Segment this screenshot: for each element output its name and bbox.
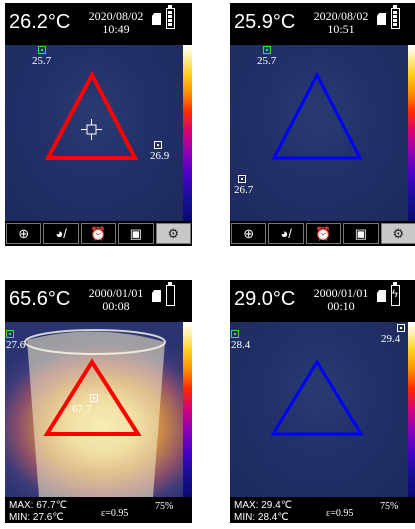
- max-marker-icon: [238, 175, 246, 183]
- status-header: 65.6°C 2000/01/01 00:08: [5, 280, 192, 322]
- min-temp-value: 25.7: [257, 55, 277, 67]
- thermal-screen-2: 25.9°C 2020/08/02 10:51 25.7 26.7 ⊕ ◕/ ⏰…: [230, 3, 415, 246]
- gear-icon: ⚙: [167, 225, 180, 241]
- battery-charging-icon: ϟ: [391, 282, 400, 306]
- color-scale-bar: [408, 45, 415, 221]
- palette-icon: ◕/: [55, 226, 67, 241]
- min-marker-icon: [38, 46, 46, 54]
- battery-icon: [166, 5, 175, 29]
- measurement-triangle: [271, 71, 363, 160]
- time-label: 10:49: [102, 22, 130, 36]
- alarm-icon: ⏰: [315, 225, 332, 241]
- color-scale-bar: [183, 322, 192, 497]
- center-temperature: 29.0°C: [234, 288, 296, 310]
- settings-button[interactable]: ⚙: [155, 223, 192, 244]
- crosshair-icon: [81, 119, 102, 140]
- max-temp-marker: 26.7: [234, 175, 253, 196]
- min-temp-marker: 27.6: [6, 330, 25, 351]
- crosshair-button[interactable]: ⊕: [6, 223, 42, 244]
- palette-button[interactable]: ◕/: [268, 223, 304, 244]
- min-marker-icon: [231, 330, 239, 338]
- image-button[interactable]: ▣: [343, 223, 379, 244]
- emissivity: ε=0.95: [101, 508, 129, 519]
- min-reading: MIN: 28.4℃: [234, 512, 289, 523]
- max-marker-icon: [90, 394, 98, 402]
- max-temp-marker: 26.9: [150, 141, 169, 162]
- max-temp-marker: 67.7: [72, 394, 98, 415]
- measurement-triangle: [270, 359, 364, 436]
- min-temp-value: 28.4: [231, 339, 251, 351]
- stats-footer: MAX: 67.7℃ MIN: 27.6℃ ε=0.95 75%: [5, 497, 192, 523]
- sd-card-icon: [152, 290, 161, 302]
- time-label: 00:08: [102, 299, 130, 313]
- min-temp-marker: 25.7: [32, 46, 51, 67]
- image-button[interactable]: ▣: [118, 223, 154, 244]
- max-temp-value: 67.7: [72, 403, 92, 415]
- min-temp-value: 25.7: [32, 55, 52, 67]
- triangle-shape: [44, 70, 139, 160]
- crosshair-button[interactable]: ⊕: [231, 223, 267, 244]
- thermal-screen-1: 26.2°C 2020/08/02 10:49 25.7 26.9 ⊕ ◕/ ⏰…: [5, 3, 192, 246]
- max-temp-marker: 29.4: [381, 324, 405, 345]
- time-label: 10:51: [327, 22, 355, 36]
- color-scale-bar: [408, 322, 415, 497]
- max-marker-icon: [154, 141, 162, 149]
- stats-footer: MAX: 29.4℃ MIN: 28.4℃ ε=0.95 75%: [230, 497, 415, 523]
- min-reading: MIN: 27.6℃: [9, 512, 64, 523]
- min-marker-icon: [6, 330, 14, 338]
- alarm-button[interactable]: ⏰: [80, 223, 117, 244]
- max-temp-value: 26.7: [234, 184, 254, 196]
- color-scale-bar: [183, 45, 192, 221]
- min-temp-value: 27.6: [6, 339, 26, 351]
- palette-button[interactable]: ◕/: [43, 223, 79, 244]
- min-temp-marker: 25.7: [257, 46, 276, 67]
- max-marker-icon: [397, 324, 405, 332]
- datetime: 2000/01/01 00:08: [85, 287, 147, 313]
- palette-icon: ◕/: [280, 226, 292, 241]
- alarm-icon: ⏰: [90, 225, 107, 241]
- thermal-screen-4: 29.0°C 2000/01/01 00:10 ϟ 28.4 29.4 MAX:…: [230, 280, 415, 523]
- status-header: 25.9°C 2020/08/02 10:51: [230, 3, 415, 45]
- time-label: 00:10: [327, 299, 355, 313]
- gear-icon: ⚙: [392, 225, 405, 241]
- sd-card-icon: [377, 290, 386, 302]
- sd-card-icon: [152, 13, 161, 25]
- settings-button[interactable]: ⚙: [380, 223, 415, 244]
- min-temp-marker: 28.4: [231, 330, 250, 351]
- center-temperature: 65.6°C: [9, 288, 71, 310]
- alarm-button[interactable]: ⏰: [305, 223, 342, 244]
- image-icon: ▣: [129, 225, 143, 241]
- toolbar: ⊕ ◕/ ⏰ ▣ ⚙: [230, 221, 415, 246]
- datetime: 2000/01/01 00:10: [310, 287, 372, 313]
- max-temp-value: 26.9: [150, 150, 170, 162]
- battery-percent: 75%: [155, 501, 174, 512]
- emissivity: ε=0.95: [326, 508, 354, 519]
- crosshair-icon: ⊕: [243, 225, 255, 241]
- status-header: 26.2°C 2020/08/02 10:49: [5, 3, 192, 45]
- datetime: 2020/08/02 10:49: [85, 10, 147, 36]
- battery-icon: [391, 5, 400, 29]
- toolbar: ⊕ ◕/ ⏰ ▣ ⚙: [5, 221, 192, 246]
- center-temperature: 26.2°C: [9, 11, 71, 33]
- battery-icon: [166, 282, 175, 306]
- max-temp-value: 29.4: [381, 333, 401, 345]
- datetime: 2020/08/02 10:51: [310, 10, 372, 36]
- thermal-screen-3: 65.6°C 2000/01/01 00:08 27.6 67.7 MAX: 6…: [5, 280, 192, 523]
- measurement-triangle: [44, 70, 139, 160]
- triangle-shape: [270, 359, 364, 436]
- center-temperature: 25.9°C: [234, 11, 296, 33]
- status-header: 29.0°C 2000/01/01 00:10 ϟ: [230, 280, 415, 322]
- image-icon: ▣: [354, 225, 368, 241]
- triangle-shape: [271, 71, 363, 160]
- battery-percent: 75%: [380, 501, 399, 512]
- sd-card-icon: [377, 13, 386, 25]
- max-reading: MAX: 29.4℃: [234, 500, 292, 511]
- min-marker-icon: [263, 46, 271, 54]
- max-reading: MAX: 67.7℃: [9, 500, 67, 511]
- crosshair-icon: ⊕: [18, 225, 30, 241]
